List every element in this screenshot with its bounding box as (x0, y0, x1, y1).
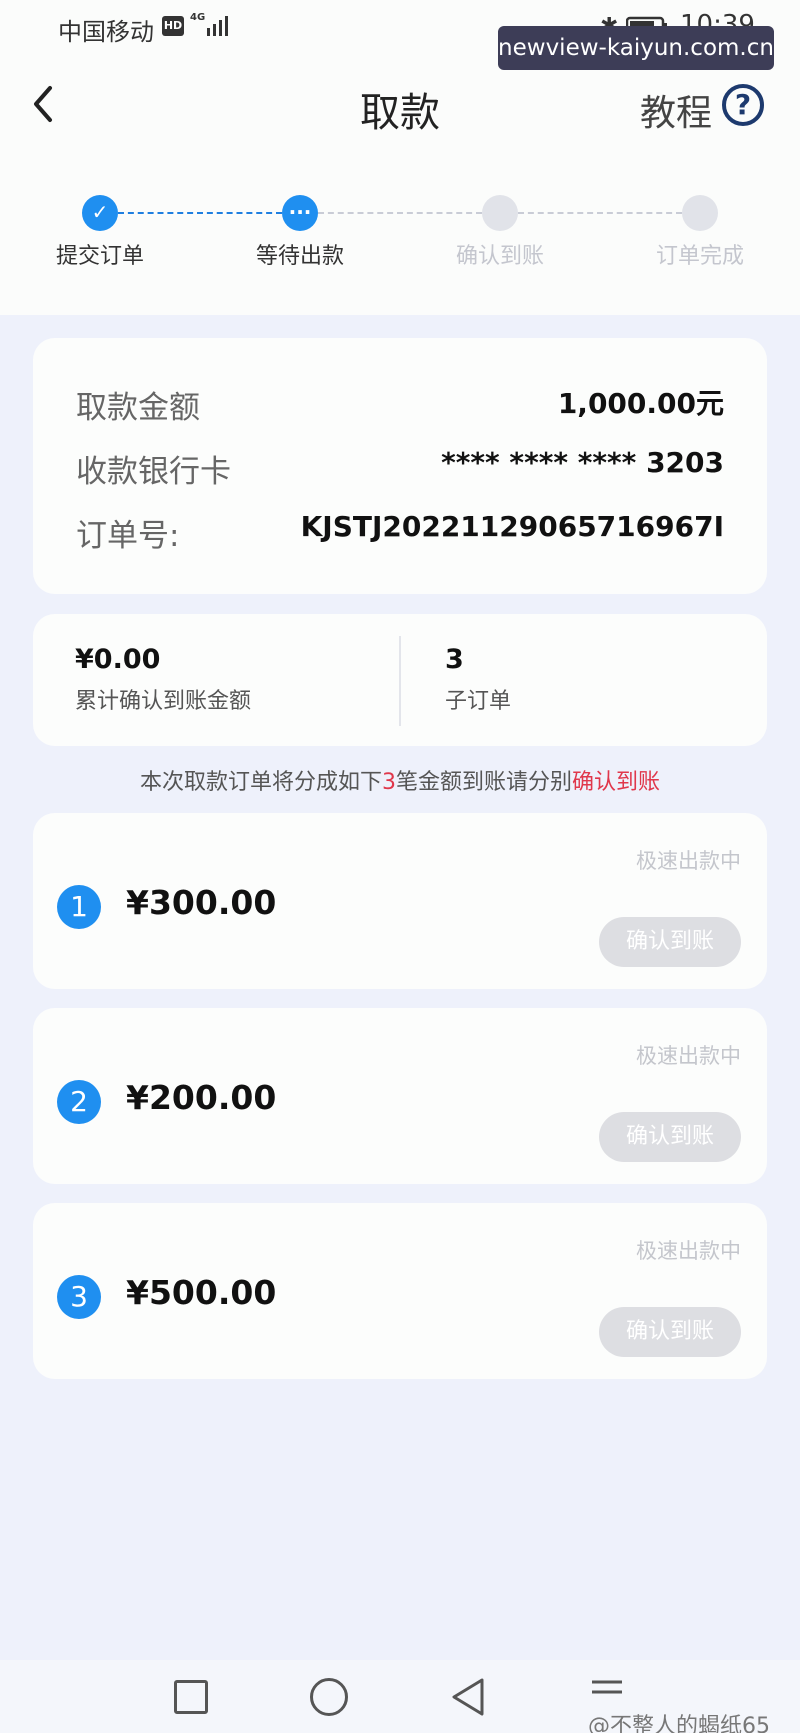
confirmed-total: ¥0.00 累计确认到账金额 (75, 644, 251, 715)
confirm-received-button[interactable]: 确认到账 (599, 1112, 741, 1162)
step-label: 确认到账 (455, 244, 544, 269)
confirm-received-button[interactable]: 确认到账 (599, 1307, 741, 1357)
order-number-value: KJSTJ20221129065716967I (300, 510, 724, 543)
recent-apps-icon[interactable] (174, 1680, 208, 1714)
watermark-banner: newview-kaiyun.com.cn (498, 26, 774, 70)
nav-back-icon[interactable] (448, 1676, 488, 1718)
sub-order-count-label: 子订单 (445, 689, 512, 714)
sub-order-amount: ¥300.00 (126, 883, 277, 922)
sub-order-card: 2 ¥200.00 极速出款中 确认到账 (33, 1008, 767, 1184)
step-connector (518, 212, 682, 214)
step-4-dot-icon (682, 195, 718, 231)
order-number-label: 订单号: (76, 518, 180, 554)
step-connector (318, 212, 482, 214)
network-type: 4G (190, 12, 206, 23)
sub-order-amount: ¥500.00 (126, 1273, 277, 1312)
sub-order-card: 1 ¥300.00 极速出款中 确认到账 (33, 813, 767, 989)
confirm-received-button[interactable]: 确认到账 (599, 917, 741, 967)
sub-order-count-value: 3 (445, 644, 464, 675)
bank-card-row: 收款银行卡 **** **** **** 3203 (76, 446, 724, 496)
step-label: 订单完成 (655, 244, 744, 269)
home-icon[interactable] (310, 1678, 348, 1716)
sub-order-status: 极速出款中 (636, 1044, 741, 1068)
sub-order-amount: ¥200.00 (126, 1078, 277, 1117)
order-number-row: 订单号: KJSTJ20221129065716967I (76, 510, 724, 560)
sub-order-count: 3 子订单 (445, 644, 511, 715)
split-notice: 本次取款订单将分成如下3笔金额到账请分别确认到账 (0, 764, 800, 796)
carrier-name: 中国移动 (58, 18, 154, 46)
step-2-pending-icon: ··· (282, 195, 318, 231)
notice-middle: 笔金额到账请分别 (395, 770, 572, 795)
sub-order-number-badge: 3 (57, 1275, 101, 1319)
watermark-caption: @不整人的蝎纸65 (588, 1714, 770, 1733)
sub-order-card: 3 ¥500.00 极速出款中 确认到账 (33, 1203, 767, 1379)
notice-count: 3 (381, 770, 396, 795)
withdrawal-info-card: 取款金额 1,000.00元 收款银行卡 **** **** **** 3203… (33, 338, 767, 594)
confirmed-total-label: 累计确认到账金额 (75, 689, 252, 714)
amount-row: 取款金额 1,000.00元 (76, 382, 724, 432)
menu-icon[interactable] (590, 1678, 624, 1706)
sub-order-number-badge: 1 (57, 885, 101, 929)
sub-order-status: 极速出款中 (636, 1239, 741, 1263)
tutorial-link[interactable]: 教程 (640, 84, 712, 136)
bank-card-value: **** **** **** 3203 (441, 446, 724, 479)
signal-icon (207, 16, 228, 36)
confirmed-total-value: ¥0.00 (75, 644, 161, 675)
sub-order-status: 极速出款中 (636, 849, 741, 873)
notice-prefix: 本次取款订单将分成如下 (139, 770, 382, 795)
step-connector (118, 212, 282, 214)
sub-order-number-badge: 2 (57, 1080, 101, 1124)
step-label: 提交订单 (55, 244, 144, 269)
hd-badge: HD (162, 16, 184, 36)
step-1-check-icon: ✓ (82, 195, 118, 231)
amount-label: 取款金额 (76, 390, 200, 426)
summary-card: ¥0.00 累计确认到账金额 3 子订单 (33, 614, 767, 746)
progress-stepper: ✓ ··· 提交订单 等待出款 确认到账 订单完成 (0, 190, 800, 270)
bank-card-label: 收款银行卡 (76, 454, 231, 490)
divider (399, 636, 401, 726)
notice-confirm-link: 确认到账 (572, 770, 661, 795)
help-icon[interactable]: ? (722, 84, 764, 126)
step-3-dot-icon (482, 195, 518, 231)
step-label: 等待出款 (255, 244, 344, 269)
amount-value: 1,000.00元 (557, 387, 724, 420)
